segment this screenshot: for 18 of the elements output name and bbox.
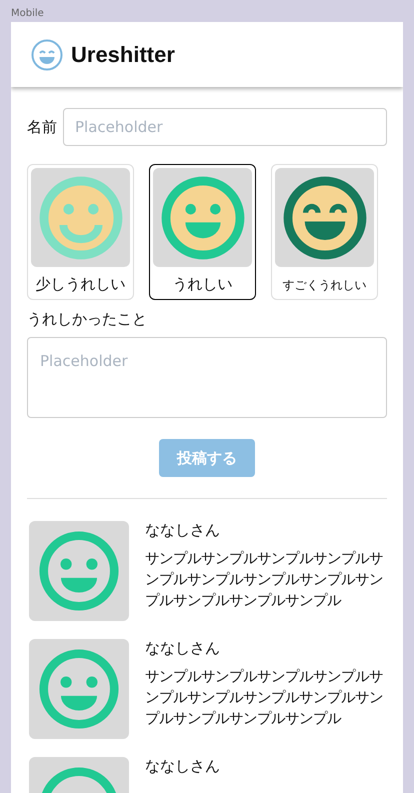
mood-option[interactable]: 少しうれしい xyxy=(27,164,134,300)
post-text: サンプルサンプルサンプルサンプルサンプルサンプルサンプルサンプルサンプルサンプルサンプルサンプル xyxy=(145,550,384,611)
comment-label: うれしかったこと xyxy=(27,310,148,329)
mood-option[interactable]: うれしい xyxy=(149,164,256,300)
smile-face-icon xyxy=(36,174,124,262)
grin-face-icon xyxy=(158,174,246,262)
post-author: ななしさん xyxy=(145,639,221,658)
comment-input[interactable]: Placeholder xyxy=(27,337,387,418)
laughing-face-icon xyxy=(31,38,63,70)
post-author: ななしさん xyxy=(145,757,221,776)
name-label: 名前 xyxy=(27,118,57,136)
post-author: ななしさん xyxy=(145,521,221,540)
frame-label: Mobile xyxy=(11,7,44,21)
laughing-face-icon xyxy=(280,174,368,262)
mood-option[interactable]: すごくうれしい xyxy=(271,164,378,300)
name-input[interactable]: Placeholder xyxy=(63,108,387,146)
app-title: Ureshitter xyxy=(71,42,175,68)
post-text: サンプルサンプルサンプルサンプルサンプルサンプルサンプルサンプルサンプルサンプルサンプルサンプル xyxy=(145,668,384,729)
